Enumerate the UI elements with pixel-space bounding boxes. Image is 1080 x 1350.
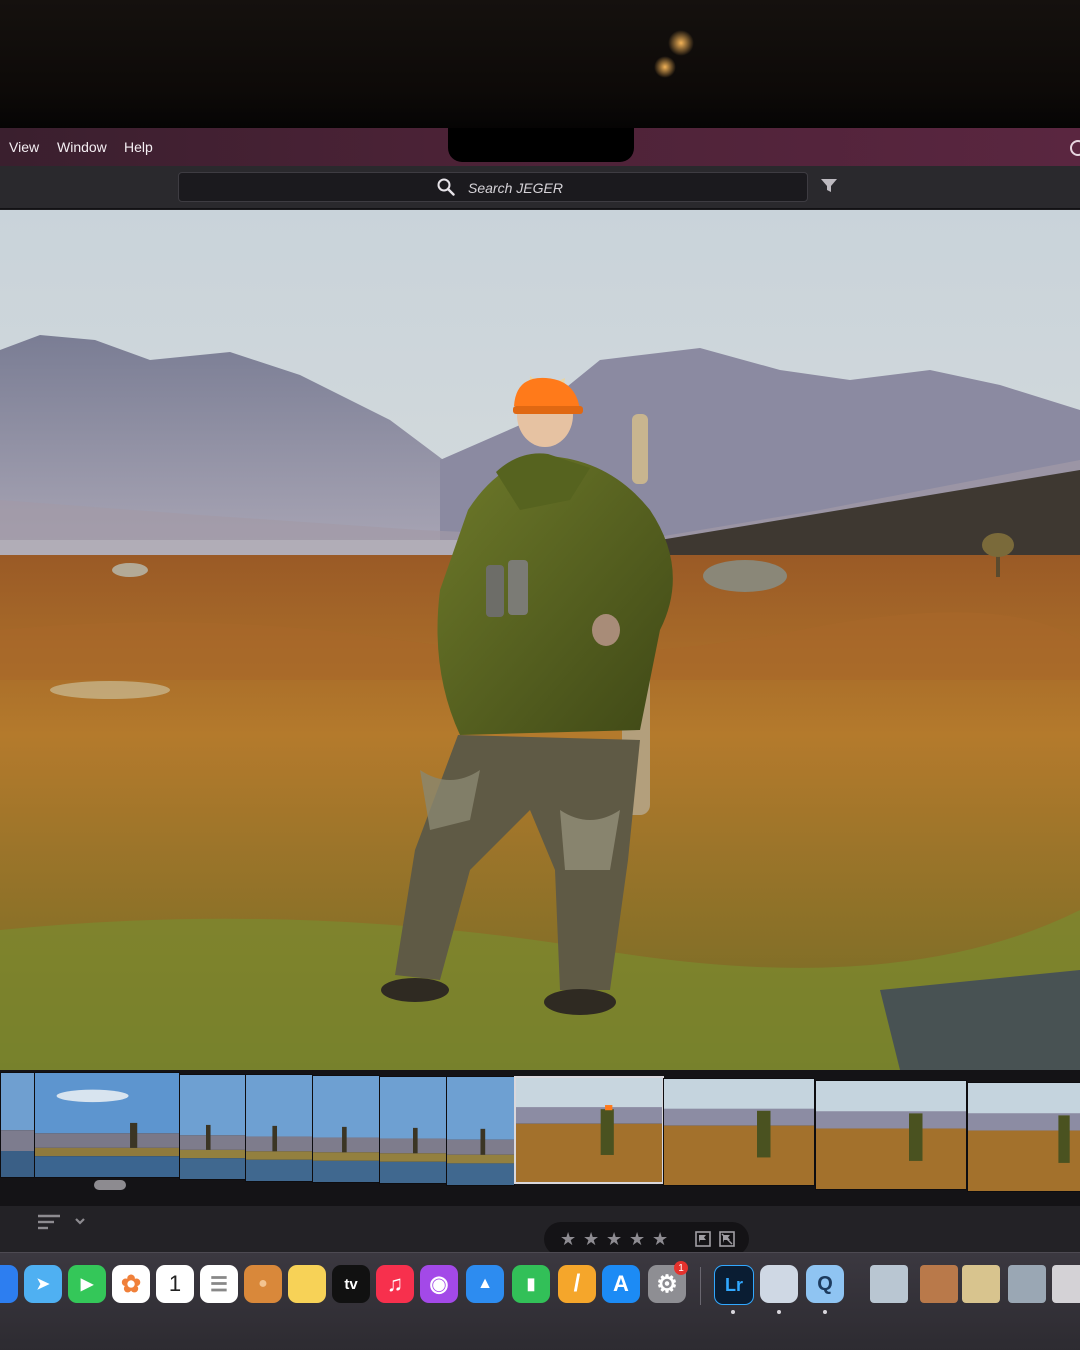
star-rating-4[interactable]: ★ xyxy=(629,1229,645,1250)
filmstrip-thumbnail[interactable] xyxy=(815,1080,967,1190)
dock-recent-window[interactable] xyxy=(870,1265,908,1303)
dock-app-numbers[interactable]: ▮ xyxy=(512,1265,550,1303)
filmstrip-thumbnail[interactable] xyxy=(379,1076,447,1184)
search-placeholder: Search JEGER xyxy=(468,180,563,196)
filmstrip-thumbnail[interactable] xyxy=(34,1072,180,1178)
dock-app-calendar[interactable]: 1 xyxy=(156,1265,194,1303)
filmstrip xyxy=(0,1070,1080,1210)
filmstrip-thumbnail[interactable] xyxy=(663,1078,815,1186)
filmstrip-thumbnail[interactable] xyxy=(446,1076,515,1186)
control-center-icon[interactable] xyxy=(1070,140,1080,156)
camera-notch xyxy=(448,128,634,162)
filmstrip-thumbnail[interactable] xyxy=(0,1072,35,1178)
lamp-light xyxy=(668,30,694,56)
funnel-icon[interactable] xyxy=(820,178,838,194)
dock-app-finder-edge[interactable] xyxy=(0,1265,18,1303)
dock-app-app-store[interactable]: A xyxy=(602,1265,640,1303)
search-field[interactable]: Search JEGER xyxy=(178,172,808,202)
notification-badge: 1 xyxy=(674,1261,688,1275)
dock-app-podcasts[interactable]: ◉ xyxy=(420,1265,458,1303)
dock-separator xyxy=(700,1267,701,1305)
dock-app-lightroom[interactable]: Lr xyxy=(714,1265,754,1305)
dock-app-preview[interactable] xyxy=(760,1265,798,1303)
dock-app-reminders[interactable]: ☰ xyxy=(200,1265,238,1303)
filmstrip-thumbnail-selected[interactable] xyxy=(514,1076,664,1184)
dock-downloads-stack[interactable] xyxy=(1052,1265,1080,1303)
menu-window[interactable]: Window xyxy=(57,139,107,155)
running-indicator xyxy=(777,1310,781,1314)
dock-app-keynote[interactable]: ▲ xyxy=(466,1265,504,1303)
menu-help[interactable]: Help xyxy=(124,139,153,155)
chevron-down-icon xyxy=(75,1218,85,1225)
filmstrip-thumbnail[interactable] xyxy=(245,1074,313,1182)
rating-flag-bar: ★ ★ ★ ★ ★ xyxy=(544,1222,749,1256)
filmstrip-thumbnail[interactable] xyxy=(179,1074,246,1180)
star-rating-3[interactable]: ★ xyxy=(606,1229,622,1250)
menu-bar: View Window Help xyxy=(0,128,1080,166)
dock-app-tv[interactable]: tv xyxy=(332,1265,370,1303)
dock-app-contacts[interactable]: ● xyxy=(244,1265,282,1303)
reject-flag-icon[interactable] xyxy=(719,1231,735,1247)
dock: ➤ ▶ ✿ 1 ☰ ● tv ♫ ◉ ▲ ▮ / A ⚙ 1 Lr Q xyxy=(0,1252,1080,1350)
main-photo[interactable] xyxy=(0,210,1080,1070)
star-rating-1[interactable]: ★ xyxy=(560,1229,576,1250)
dock-app-quicktime[interactable]: Q xyxy=(806,1265,844,1303)
sort-lines-icon[interactable] xyxy=(36,1212,90,1232)
dock-app-photos[interactable]: ✿ xyxy=(112,1265,150,1303)
dock-app-music[interactable]: ♫ xyxy=(376,1265,414,1303)
running-indicator xyxy=(823,1310,827,1314)
lamp-light xyxy=(654,56,676,78)
star-rating-2[interactable]: ★ xyxy=(583,1229,599,1250)
filmstrip-scrollbar[interactable] xyxy=(94,1180,126,1190)
dock-app-pages[interactable]: / xyxy=(558,1265,596,1303)
hunter-landscape-image xyxy=(0,210,1080,1070)
dock-recent-window[interactable] xyxy=(920,1265,958,1303)
magnifier-icon xyxy=(437,178,455,196)
laptop-screen: View Window Help Search JEGER ★ ★ ★ ★ ★ … xyxy=(0,128,1080,1350)
dock-recent-window[interactable] xyxy=(1008,1265,1046,1303)
room-background xyxy=(0,0,1080,130)
library-toolbar: Search JEGER xyxy=(0,166,1080,209)
dock-app-maps[interactable]: ➤ xyxy=(24,1265,62,1303)
menu-view[interactable]: View xyxy=(9,139,39,155)
filmstrip-thumbnail[interactable] xyxy=(967,1082,1080,1192)
dock-app-notes[interactable] xyxy=(288,1265,326,1303)
pick-flag-icon[interactable] xyxy=(695,1231,711,1247)
star-rating-5[interactable]: ★ xyxy=(652,1229,668,1250)
running-indicator xyxy=(731,1310,735,1314)
dock-app-facetime[interactable]: ▶ xyxy=(68,1265,106,1303)
filmstrip-thumbnail[interactable] xyxy=(312,1075,380,1183)
dock-recent-window[interactable] xyxy=(962,1265,1000,1303)
